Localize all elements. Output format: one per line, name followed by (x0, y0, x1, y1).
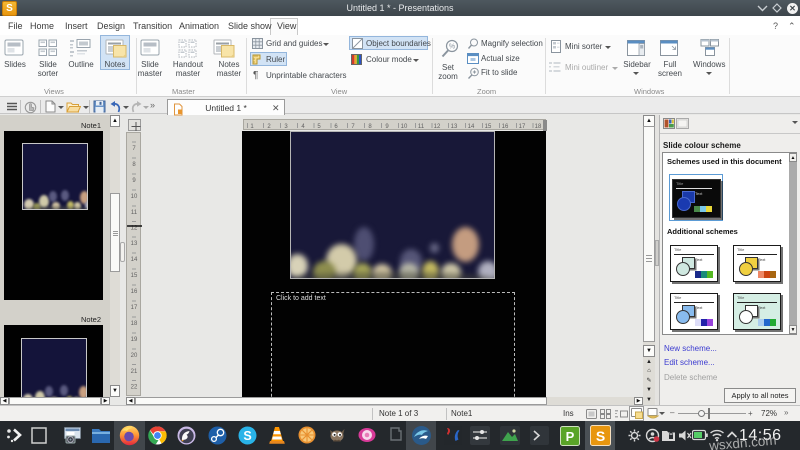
svg-text:P: P (566, 429, 575, 444)
svg-text:6: 6 (334, 124, 338, 130)
svg-text:12: 12 (434, 124, 441, 130)
svg-text:%: % (449, 44, 455, 51)
svg-text:22: 22 (131, 385, 138, 391)
svg-text:10: 10 (131, 194, 138, 200)
svg-text:11: 11 (418, 124, 425, 130)
svg-text:15: 15 (131, 273, 138, 279)
svg-text:16: 16 (131, 289, 138, 295)
svg-text:13: 13 (131, 241, 138, 247)
svg-text:S: S (596, 428, 605, 444)
svg-text:4: 4 (301, 124, 305, 130)
svg-text:9: 9 (132, 178, 136, 184)
svg-text:14: 14 (468, 124, 475, 130)
svg-text:1: 1 (250, 124, 254, 130)
svg-text:8: 8 (132, 162, 136, 168)
svg-text:17: 17 (519, 124, 526, 130)
svg-text:9: 9 (385, 124, 389, 130)
svg-text:2: 2 (267, 124, 271, 130)
svg-text:5: 5 (317, 124, 321, 130)
svg-text:20: 20 (131, 353, 138, 359)
svg-text:17: 17 (131, 305, 138, 311)
svg-text:S: S (243, 429, 251, 443)
svg-text:3: 3 (284, 124, 288, 130)
svg-text:21: 21 (131, 369, 138, 375)
svg-text:13: 13 (451, 124, 458, 130)
svg-text:7: 7 (132, 146, 136, 152)
svg-text:11: 11 (131, 210, 138, 216)
svg-text:18: 18 (131, 321, 138, 327)
svg-text:14: 14 (131, 257, 138, 263)
svg-text:7: 7 (351, 124, 355, 130)
svg-text:15: 15 (485, 124, 492, 130)
svg-text:8: 8 (368, 124, 372, 130)
svg-text:18: 18 (535, 124, 542, 130)
svg-text:10: 10 (401, 124, 408, 130)
svg-text:19: 19 (131, 337, 138, 343)
svg-text:16: 16 (502, 124, 509, 130)
